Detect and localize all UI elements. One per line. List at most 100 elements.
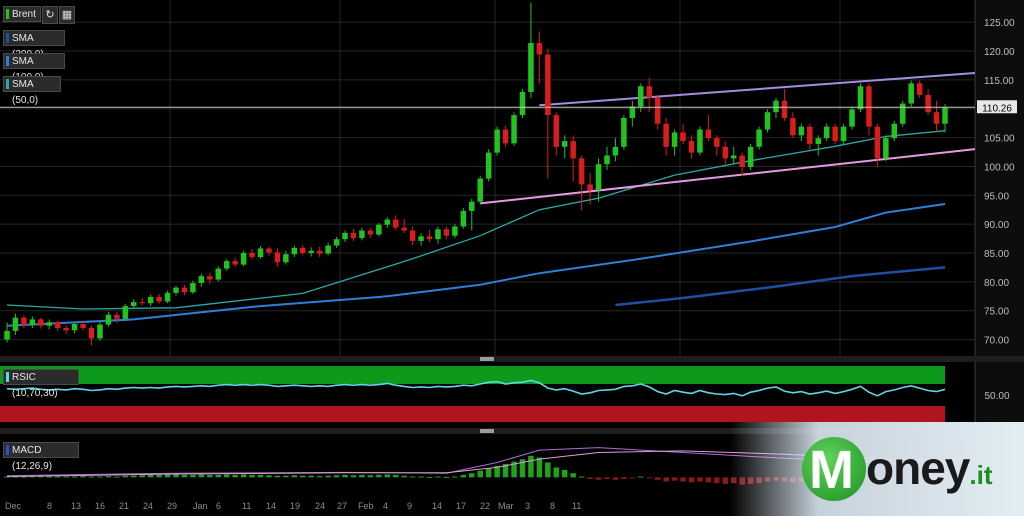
macd-bar bbox=[595, 477, 602, 480]
candle-down bbox=[156, 296, 162, 302]
candle-down bbox=[350, 232, 357, 239]
candle-up bbox=[561, 141, 568, 147]
x-tick-label: 14 bbox=[266, 501, 276, 511]
candle-up bbox=[291, 247, 298, 255]
candle-up bbox=[435, 229, 441, 240]
candle-down bbox=[714, 138, 720, 147]
macd-bar bbox=[97, 476, 103, 478]
macd-indicator-tag[interactable]: MACD (12,26,9) bbox=[3, 442, 79, 472]
panel-resize-handle[interactable] bbox=[480, 429, 494, 433]
macd-bar bbox=[654, 477, 661, 480]
candle-up bbox=[528, 42, 534, 93]
candle-down bbox=[680, 132, 686, 142]
macd-bar bbox=[418, 476, 424, 478]
x-axis-labels: Dec 8 13 16 21 24 29 Jan 6 11 14 19 24 27 Feb 4 9 14 17 22 M… bbox=[5, 501, 581, 511]
candle-down bbox=[300, 247, 306, 254]
candle-up bbox=[418, 236, 424, 241]
candle-down bbox=[80, 323, 86, 329]
symbol-selector[interactable]: Brent bbox=[3, 6, 41, 22]
candle-up bbox=[604, 155, 610, 165]
macd-bar bbox=[249, 474, 255, 478]
candle-up bbox=[671, 132, 678, 147]
legend-label: SMA (50,0) bbox=[12, 79, 39, 106]
macd-bar bbox=[443, 476, 450, 478]
candle-down bbox=[426, 236, 433, 240]
candle-up bbox=[342, 232, 348, 240]
macd-bar bbox=[376, 474, 382, 478]
macd-bar bbox=[604, 477, 610, 479]
macd-bar bbox=[646, 477, 652, 479]
macd-bar bbox=[663, 477, 669, 482]
x-tick-label: 8 bbox=[550, 501, 555, 511]
candle-up bbox=[469, 201, 475, 211]
panel-resize-handle[interactable] bbox=[480, 357, 494, 361]
macd-bar bbox=[308, 475, 314, 478]
y-tick-label: 120.00 bbox=[984, 47, 1015, 58]
macd-bar bbox=[578, 476, 585, 478]
macd-bar bbox=[426, 476, 433, 478]
x-tick-label: 27 bbox=[337, 501, 347, 511]
candle-up bbox=[857, 86, 864, 110]
x-tick-label: 8 bbox=[47, 501, 52, 511]
y-tick-label: 115.00 bbox=[984, 76, 1014, 87]
calendar-icon[interactable]: ▦ bbox=[59, 6, 75, 24]
legend-swatch bbox=[6, 33, 9, 43]
legend-sma-200[interactable]: SMA (200,0) bbox=[3, 30, 65, 60]
legend-sma-50[interactable]: SMA (50,0) bbox=[3, 76, 61, 106]
x-tick-label: 17 bbox=[456, 501, 466, 511]
candle-up bbox=[131, 302, 137, 307]
x-tick-label: 24 bbox=[143, 501, 153, 511]
macd-bar bbox=[621, 477, 627, 479]
candle-up bbox=[384, 219, 391, 225]
candle-down bbox=[663, 123, 669, 147]
y-tick-label: 100.00 bbox=[984, 162, 1015, 173]
macd-bar bbox=[190, 474, 196, 478]
y-tick-label: 95.00 bbox=[984, 191, 1009, 202]
candle-up bbox=[511, 115, 517, 144]
macd-bar bbox=[629, 477, 636, 479]
macd-bar bbox=[570, 473, 576, 478]
candle-down bbox=[536, 42, 543, 55]
x-tick-label: Dec bbox=[5, 501, 22, 511]
macd-bar bbox=[139, 475, 145, 478]
rsi-indicator-tag[interactable]: RSIC (10,70,30) bbox=[3, 369, 79, 399]
legend-sma-100[interactable]: SMA (100,0) bbox=[3, 53, 65, 83]
candle-up bbox=[376, 224, 382, 235]
candle-up bbox=[122, 306, 129, 319]
x-tick-label: 29 bbox=[167, 501, 177, 511]
candle-down bbox=[781, 100, 788, 118]
x-tick-label: 21 bbox=[119, 501, 129, 511]
y-tick-label: 70.00 bbox=[984, 336, 1009, 347]
panel-separator[interactable] bbox=[0, 356, 1024, 362]
macd-bar bbox=[342, 474, 348, 478]
macd-bar bbox=[71, 476, 78, 478]
candle-down bbox=[570, 141, 576, 159]
macd-bar bbox=[181, 474, 188, 478]
rsi-axis-label: 50.00 bbox=[984, 391, 1009, 402]
candle-down bbox=[392, 219, 399, 228]
candle-down bbox=[316, 250, 323, 254]
macd-bar bbox=[401, 475, 407, 478]
candle-down bbox=[553, 115, 560, 147]
x-tick-label: Feb bbox=[358, 501, 374, 511]
candle-up bbox=[823, 126, 830, 139]
candle-up bbox=[815, 138, 821, 144]
candle-down bbox=[114, 314, 120, 319]
macd-bar bbox=[274, 475, 281, 478]
refresh-icon[interactable]: ↻ bbox=[42, 6, 58, 24]
candle-up bbox=[900, 103, 906, 124]
candle-down bbox=[916, 83, 923, 95]
candle-up bbox=[773, 100, 779, 113]
candle-down bbox=[933, 112, 940, 124]
candle-up bbox=[147, 296, 154, 304]
candle-up bbox=[798, 126, 805, 136]
macd-bar bbox=[333, 475, 340, 478]
candle-up bbox=[840, 126, 847, 142]
candle-down bbox=[54, 322, 61, 329]
macd-bar bbox=[688, 477, 695, 483]
macd-bar bbox=[409, 476, 416, 478]
macd-bar bbox=[257, 474, 264, 478]
macd-bar bbox=[528, 455, 534, 478]
y-tick-label: 75.00 bbox=[984, 307, 1009, 318]
x-tick-label: 3 bbox=[525, 501, 530, 511]
